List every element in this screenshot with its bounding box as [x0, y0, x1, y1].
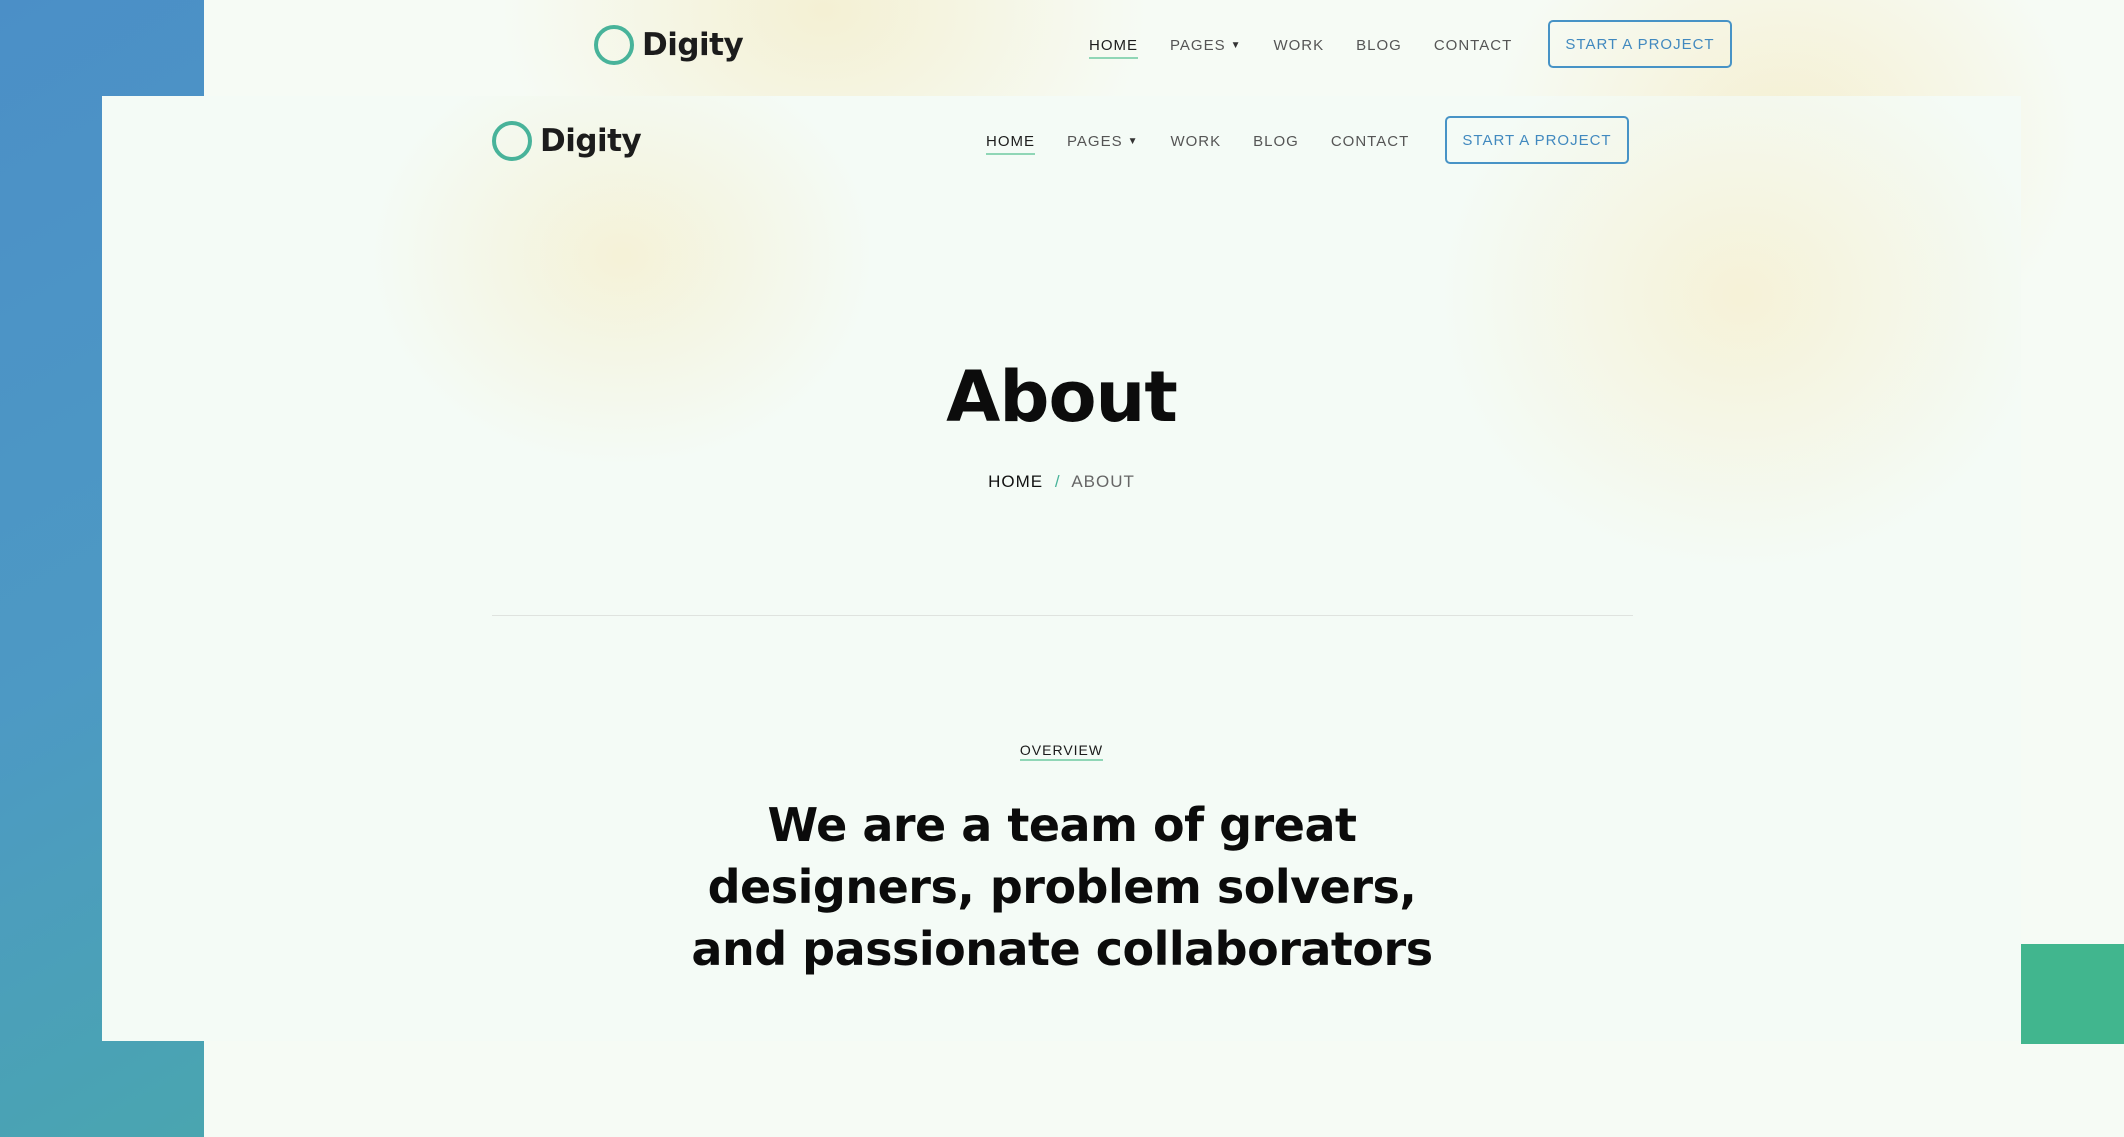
start-project-button[interactable]: START A PROJECT: [1548, 20, 1732, 68]
brand-name: Digity: [642, 27, 744, 63]
back-logo[interactable]: Digity: [594, 25, 744, 65]
caret-down-icon: ▼: [1230, 40, 1242, 51]
main-nav: HOME PAGES ▼ WORK BLOG CONTACT: [986, 133, 1441, 155]
nav-item-label: PAGES: [1170, 37, 1226, 54]
decorative-block: [2021, 944, 2124, 1044]
nav-item-work[interactable]: WORK: [1170, 133, 1221, 150]
ring-logo-icon: [594, 25, 634, 65]
caret-down-icon: ▼: [1127, 136, 1139, 147]
overview-heading: We are a team of great designers, proble…: [691, 798, 1433, 976]
nav-item-blog[interactable]: BLOG: [1356, 37, 1402, 54]
nav-item-blog[interactable]: BLOG: [1253, 133, 1299, 150]
nav-item-home[interactable]: HOME: [986, 133, 1035, 155]
ring-logo-icon: [492, 121, 532, 161]
breadcrumb: HOME / ABOUT: [102, 472, 2021, 492]
brand-name: Digity: [540, 123, 642, 159]
nav-item-pages[interactable]: PAGES ▼: [1170, 37, 1241, 54]
logo[interactable]: Digity: [492, 121, 642, 161]
breadcrumb-home-link[interactable]: HOME: [988, 472, 1043, 491]
page-title: About: [946, 356, 1178, 438]
breadcrumb-separator: /: [1054, 472, 1061, 491]
nav-item-work[interactable]: WORK: [1273, 37, 1324, 54]
nav-item-contact[interactable]: CONTACT: [1331, 133, 1409, 150]
back-nav: HOME PAGES ▼ WORK BLOG CONTACT: [1089, 37, 1544, 59]
breadcrumb-current: ABOUT: [1071, 472, 1135, 491]
overview-label: OVERVIEW: [1019, 742, 1104, 761]
nav-item-pages[interactable]: PAGES ▼: [1067, 133, 1138, 150]
nav-item-home[interactable]: HOME: [1089, 37, 1138, 59]
overview-eyebrow: OVERVIEW: [102, 740, 2021, 761]
start-project-button[interactable]: START A PROJECT: [1445, 116, 1629, 164]
site-header: Digity HOME PAGES ▼ WORK BLOG CONTACT ST…: [102, 96, 2021, 188]
nav-item-label: PAGES: [1067, 133, 1123, 150]
back-header: Digity HOME PAGES ▼ WORK BLOG CONTACT ST…: [204, 0, 2124, 92]
section-divider: [492, 615, 1633, 616]
main-page-card: Digity HOME PAGES ▼ WORK BLOG CONTACT ST…: [102, 96, 2021, 1041]
nav-item-contact[interactable]: CONTACT: [1434, 37, 1512, 54]
